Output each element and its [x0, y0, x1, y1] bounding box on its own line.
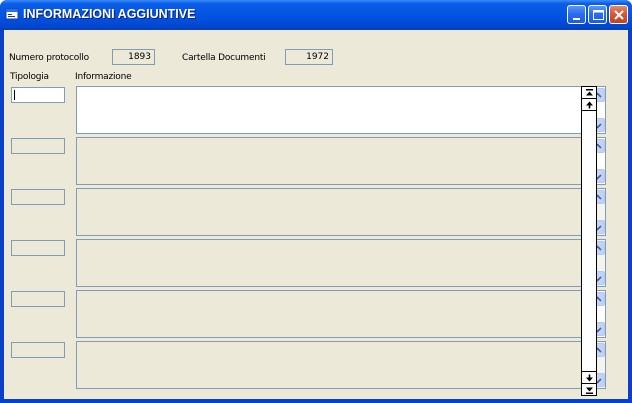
minimize-icon: [573, 18, 580, 20]
record-navigator[interactable]: [581, 86, 597, 396]
last-record-icon: [586, 387, 593, 394]
previous-record-button[interactable]: [581, 98, 597, 111]
app-window-icon[interactable]: [5, 7, 20, 22]
minimize-button[interactable]: [567, 5, 586, 24]
last-record-button[interactable]: [581, 383, 597, 396]
dialog-window: INFORMAZIONI AGGIUNTIVE Numero protocoll…: [0, 0, 632, 403]
document-folder-field[interactable]: 1972: [285, 49, 333, 65]
window-title: INFORMAZIONI AGGIUNTIVE: [23, 7, 196, 21]
maximize-button[interactable]: [588, 5, 607, 24]
close-icon: [614, 10, 624, 20]
protocol-number-field[interactable]: 1893: [112, 49, 155, 65]
tipologia-column-header: Tipologia: [10, 72, 49, 82]
informazione-textarea[interactable]: [76, 137, 606, 185]
tipologia-input[interactable]: [11, 342, 65, 358]
tipologia-input[interactable]: [11, 240, 65, 256]
next-record-icon: [586, 374, 593, 382]
previous-record-icon: [586, 101, 593, 109]
informazione-textarea[interactable]: [76, 341, 606, 389]
informazione-textarea[interactable]: [76, 188, 606, 236]
close-button[interactable]: [609, 5, 628, 24]
tipologia-input[interactable]: [11, 138, 65, 154]
text-caret: [14, 90, 15, 100]
first-record-icon: [586, 89, 593, 96]
tipologia-input[interactable]: [11, 291, 65, 307]
protocol-number-label: Numero protocollo: [9, 53, 89, 63]
informazione-textarea[interactable]: [76, 290, 606, 338]
maximize-icon: [593, 10, 604, 20]
informazione-column-header: Informazione: [75, 72, 132, 82]
dialog-client-area: Numero protocollo 1893 Cartella Document…: [4, 30, 628, 399]
title-bar[interactable]: INFORMAZIONI AGGIUNTIVE: [0, 0, 632, 30]
tipologia-input[interactable]: [11, 87, 65, 103]
document-folder-label: Cartella Documenti: [182, 53, 266, 63]
informazione-textarea[interactable]: [76, 239, 606, 287]
informazione-textarea[interactable]: [76, 86, 606, 134]
tipologia-input[interactable]: [11, 189, 65, 205]
